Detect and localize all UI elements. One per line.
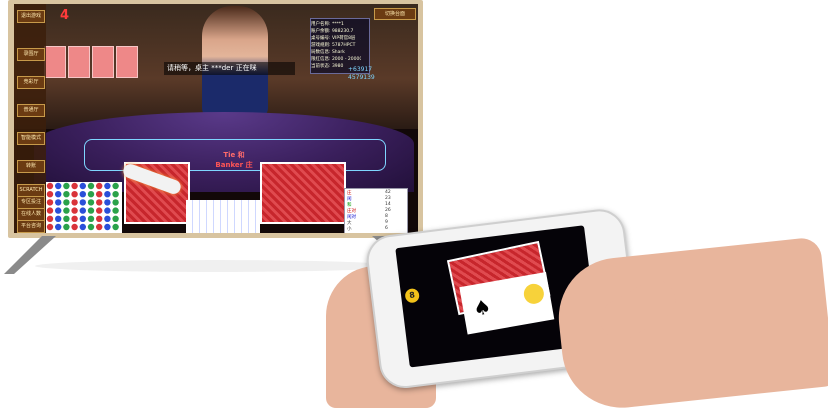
bead: [55, 182, 62, 190]
bead: [96, 223, 103, 231]
bead: [71, 182, 78, 190]
stats-value: 6: [385, 226, 388, 231]
bead: [79, 223, 86, 231]
chip-badge: 8: [404, 287, 420, 304]
bead: [55, 199, 62, 206]
sidebar-item-hall-1[interactable]: 录围厅: [17, 48, 45, 61]
status-banner: 请稍等，桌主 ***der 正在咪: [164, 62, 295, 75]
bead: [112, 199, 119, 206]
bead: [71, 223, 78, 231]
bead: [46, 207, 54, 214]
card-face-down: [68, 46, 90, 78]
bead: [96, 215, 103, 222]
bead: [71, 191, 78, 198]
sidebar-item-hall-3[interactable]: 普通厅: [17, 104, 45, 117]
info-row: 限红信息: 2000 - 200000: [311, 57, 361, 62]
bead: [79, 182, 86, 190]
stats-value: 14: [385, 202, 391, 207]
balance-change: +63917: [348, 66, 373, 73]
bead: [63, 223, 70, 231]
bead: [104, 199, 111, 206]
stats-label: 小: [347, 227, 352, 232]
info-row: 账户余额: 988230.7: [311, 29, 354, 34]
bead: [96, 191, 103, 198]
bead: [87, 215, 95, 222]
stats-value: 8: [385, 214, 388, 219]
bead: [55, 207, 62, 214]
sidebar-item-help[interactable]: 平台咨询: [17, 220, 45, 233]
card-face-down: [92, 46, 114, 78]
bead: [104, 223, 111, 231]
bead: [63, 182, 70, 190]
bead: [79, 191, 86, 198]
info-row: 用户名称: ****1: [311, 22, 344, 27]
stats-panel: 庄 闲 和 庄对 闲对 大 小 42 23 14 26 8 9 6: [344, 188, 408, 233]
bead: [46, 223, 54, 231]
round-number: 4: [60, 8, 70, 23]
bead: [112, 207, 119, 214]
bead: [112, 191, 119, 198]
bead: [79, 215, 86, 222]
bead: [79, 199, 86, 206]
info-row: 桌号编号: VIP荷官8层: [311, 36, 356, 41]
bead: [63, 191, 70, 198]
sidebar-item-hall-2[interactable]: 竞彩厅: [17, 76, 45, 89]
tv-screen: Tie 和 Banker 庄 4 请稍等，桌主 ***der 正在咪 用户名称:…: [14, 4, 418, 233]
info-row: 局数信息: Shark: [311, 50, 345, 55]
bead: [71, 215, 78, 222]
bead: [46, 182, 54, 190]
bead: [46, 199, 54, 206]
bead: [71, 207, 78, 214]
stats-value: 9: [385, 220, 388, 225]
bead: [104, 191, 111, 198]
bead: [87, 207, 95, 214]
card-face-down: [116, 46, 138, 78]
bead: [87, 182, 95, 190]
table-label-banker: Banker 庄: [215, 161, 253, 169]
card-face-down: [44, 46, 66, 78]
stats-value: 42: [385, 190, 391, 195]
bead: [46, 191, 54, 198]
stats-value: 26: [385, 208, 391, 213]
bead: [104, 182, 111, 190]
sidebar-item-exit[interactable]: 退出游戏: [17, 10, 45, 23]
bead-road-grid: [46, 182, 119, 231]
sidebar-item-transfer[interactable]: 转账: [17, 160, 45, 173]
bead: [46, 215, 54, 222]
bead: [87, 191, 95, 198]
balance-total: 4579139: [348, 74, 375, 81]
right-hand: [552, 236, 828, 414]
bead: [55, 191, 62, 198]
info-row: 游戏规则: 5787HPCT: [311, 43, 356, 48]
bead: [96, 182, 103, 190]
bead: [71, 199, 78, 206]
bead: [79, 207, 86, 214]
bead-road: [46, 182, 122, 233]
bead: [104, 215, 111, 222]
bead: [63, 199, 70, 206]
bead: [55, 223, 62, 231]
bead: [96, 207, 103, 214]
player-card: [260, 162, 346, 224]
bead: [112, 215, 119, 222]
bead: [87, 199, 95, 206]
left-sidebar: 退出游戏 录围厅 竞彩厅 普通厅 智能模式 转账 SCRATCH 专区投注 在线…: [14, 4, 46, 233]
bead: [55, 215, 62, 222]
spade-icon: ♠: [471, 294, 494, 321]
bead: [112, 182, 119, 190]
bead: [63, 215, 70, 222]
big-road: [186, 200, 260, 233]
stats-value: 23: [385, 196, 391, 201]
bead: [96, 199, 103, 206]
bead: [104, 207, 111, 214]
bead: [87, 223, 95, 231]
bead: [112, 223, 119, 231]
bead: [63, 207, 70, 214]
sidebar-item-smart-mode[interactable]: 智能模式: [17, 132, 45, 145]
switch-table-button[interactable]: 切换台面: [374, 8, 416, 20]
table-label-tie: Tie 和: [223, 151, 245, 159]
